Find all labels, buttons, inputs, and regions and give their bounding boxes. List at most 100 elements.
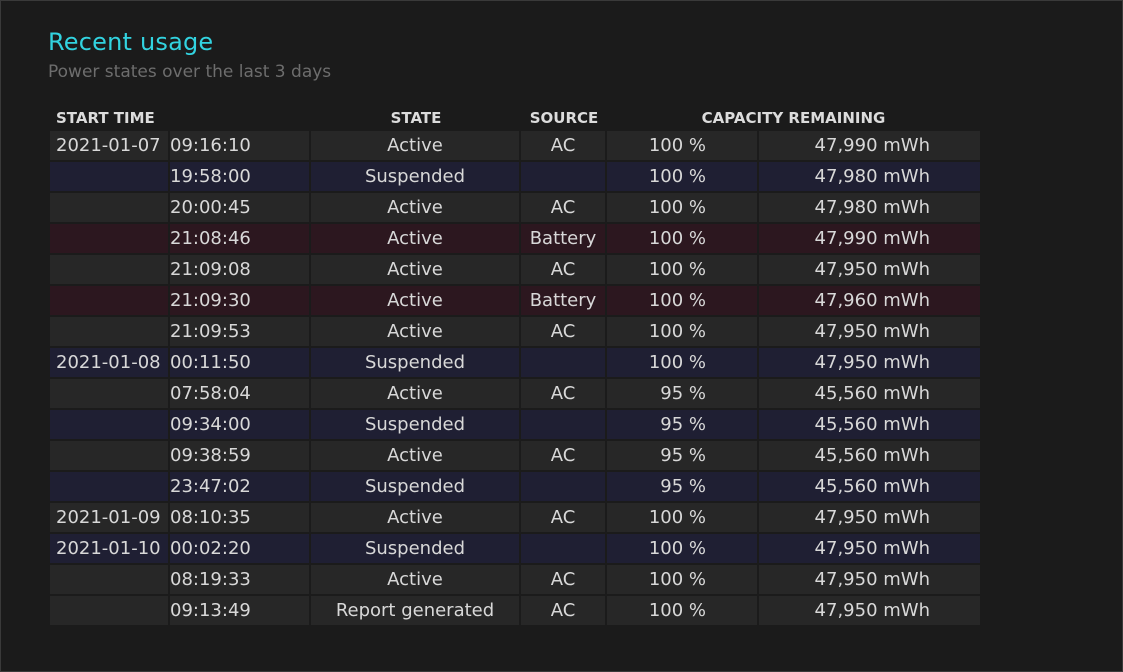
cell-capacity-mwh: 47,950 mWh — [814, 569, 930, 590]
table-row: 21:09:53 Active AC 100 % 47,950 mWh — [50, 317, 980, 346]
cell-date: 2021-01-09 — [50, 503, 170, 532]
cell-source — [521, 472, 607, 501]
cell-source — [521, 534, 607, 563]
cell-time: 07:58:04 — [170, 379, 311, 408]
cell-source: AC — [521, 441, 607, 470]
cell-date — [50, 317, 170, 346]
cell-state: Suspended — [311, 534, 521, 563]
cell-source: AC — [521, 255, 607, 284]
cell-state: Active — [311, 317, 521, 346]
cell-capacity-mwh: 47,990 mWh — [814, 135, 930, 156]
cell-capacity-percent: 100 % — [607, 193, 759, 222]
cell-capacity-mwh: 47,950 mWh — [814, 507, 930, 528]
cell-source: AC — [521, 379, 607, 408]
usage-table: START TIME STATE SOURCE CAPACITY REMAINI… — [50, 105, 980, 627]
cell-time: 00:02:20 — [170, 534, 311, 563]
cell-capacity-percent: 100 % — [607, 255, 759, 284]
cell-time: 20:00:45 — [170, 193, 311, 222]
cell-date: 2021-01-10 — [50, 534, 170, 563]
cell-state: Active — [311, 565, 521, 594]
cell-capacity-percent: 100 % — [607, 348, 759, 377]
cell-capacity-percent: 100 % — [607, 596, 759, 625]
cell-capacity-mwh: 47,950 mWh — [814, 600, 930, 621]
column-header-state: STATE — [390, 109, 442, 127]
column-header-source: SOURCE — [529, 109, 599, 127]
cell-capacity-percent: 100 % — [607, 224, 759, 253]
table-body: 2021-01-07 09:16:10 Active AC 100 % 47,990 mW… — [50, 131, 980, 625]
cell-time: 08:19:33 — [170, 565, 311, 594]
cell-state: Suspended — [311, 162, 521, 191]
cell-date — [50, 596, 170, 625]
cell-state: Active — [311, 503, 521, 532]
cell-capacity-mwh: 47,950 mWh — [814, 538, 930, 559]
cell-capacity-mwh: 47,950 mWh — [814, 352, 930, 373]
cell-source: Battery — [521, 224, 607, 253]
table-row: 21:09:08 Active AC 100 % 47,950 mWh — [50, 255, 980, 284]
cell-state: Active — [311, 131, 521, 160]
cell-time: 08:10:35 — [170, 503, 311, 532]
cell-time: 21:09:53 — [170, 317, 311, 346]
cell-state: Suspended — [311, 410, 521, 439]
report-panel: Recent usage Power states over the last … — [0, 0, 1123, 672]
table-header: START TIME STATE SOURCE CAPACITY REMAINI… — [50, 105, 980, 131]
cell-capacity-mwh: 47,980 mWh — [814, 166, 930, 187]
cell-date — [50, 565, 170, 594]
cell-state: Active — [311, 193, 521, 222]
table-row: 07:58:04 Active AC 95 % 45,560 mWh — [50, 379, 980, 408]
cell-capacity-percent: 100 % — [607, 162, 759, 191]
cell-capacity-percent: 100 % — [607, 534, 759, 563]
cell-state: Active — [311, 224, 521, 253]
cell-state: Active — [311, 255, 521, 284]
cell-source: AC — [521, 317, 607, 346]
cell-date — [50, 472, 170, 501]
table-row: 2021-01-07 09:16:10 Active AC 100 % 47,990 mW… — [50, 131, 980, 160]
cell-capacity-percent: 100 % — [607, 565, 759, 594]
cell-time: 23:47:02 — [170, 472, 311, 501]
column-header-capacity: CAPACITY REMAINING — [701, 109, 886, 127]
cell-capacity-percent: 100 % — [607, 317, 759, 346]
cell-capacity-mwh: 47,980 mWh — [814, 197, 930, 218]
cell-capacity-mwh: 45,560 mWh — [814, 445, 930, 466]
cell-date: 2021-01-08 — [50, 348, 170, 377]
cell-capacity-percent: 100 % — [607, 286, 759, 315]
cell-source: AC — [521, 565, 607, 594]
cell-time: 00:11:50 — [170, 348, 311, 377]
table-row: 2021-01-10 00:02:20 Suspended 100 % 47,950 m… — [50, 534, 980, 563]
cell-state: Suspended — [311, 472, 521, 501]
table-row: 21:08:46 Active Battery 100 % 47,990 mWh — [50, 224, 980, 253]
cell-source — [521, 410, 607, 439]
cell-date — [50, 441, 170, 470]
table-row: 2021-01-09 08:10:35 Active AC 100 % 47,950 mW… — [50, 503, 980, 532]
cell-time: 19:58:00 — [170, 162, 311, 191]
cell-capacity-percent: 95 % — [607, 379, 759, 408]
cell-capacity-percent: 100 % — [607, 131, 759, 160]
column-header-start-time: START TIME — [56, 109, 155, 127]
cell-capacity-percent: 100 % — [607, 503, 759, 532]
cell-capacity-mwh: 45,560 mWh — [814, 383, 930, 404]
table-row: 20:00:45 Active AC 100 % 47,980 mWh — [50, 193, 980, 222]
cell-time: 21:08:46 — [170, 224, 311, 253]
cell-date — [50, 255, 170, 284]
cell-source: AC — [521, 503, 607, 532]
cell-source — [521, 162, 607, 191]
cell-time: 21:09:08 — [170, 255, 311, 284]
cell-capacity-percent: 95 % — [607, 441, 759, 470]
table-row: 09:13:49 Report generated AC 100 % 47,950 mW… — [50, 596, 980, 625]
cell-time: 09:16:10 — [170, 131, 311, 160]
cell-state: Active — [311, 379, 521, 408]
table-row: 2021-01-08 00:11:50 Suspended 100 % 47,950 m… — [50, 348, 980, 377]
cell-date — [50, 162, 170, 191]
cell-date — [50, 410, 170, 439]
section-subtitle: Power states over the last 3 days — [48, 62, 332, 82]
cell-capacity-mwh: 47,990 mWh — [814, 228, 930, 249]
cell-time: 09:38:59 — [170, 441, 311, 470]
table-row: 23:47:02 Suspended 95 % 45,560 mWh — [50, 472, 980, 501]
table-row: 21:09:30 Active Battery 100 % 47,960 mWh — [50, 286, 980, 315]
table-row: 19:58:00 Suspended 100 % 47,980 mWh — [50, 162, 980, 191]
cell-state: Active — [311, 441, 521, 470]
section-title: Recent usage — [48, 28, 214, 56]
cell-capacity-mwh: 47,950 mWh — [814, 259, 930, 280]
cell-source: Battery — [521, 286, 607, 315]
cell-source: AC — [521, 131, 607, 160]
cell-state: Active — [311, 286, 521, 315]
